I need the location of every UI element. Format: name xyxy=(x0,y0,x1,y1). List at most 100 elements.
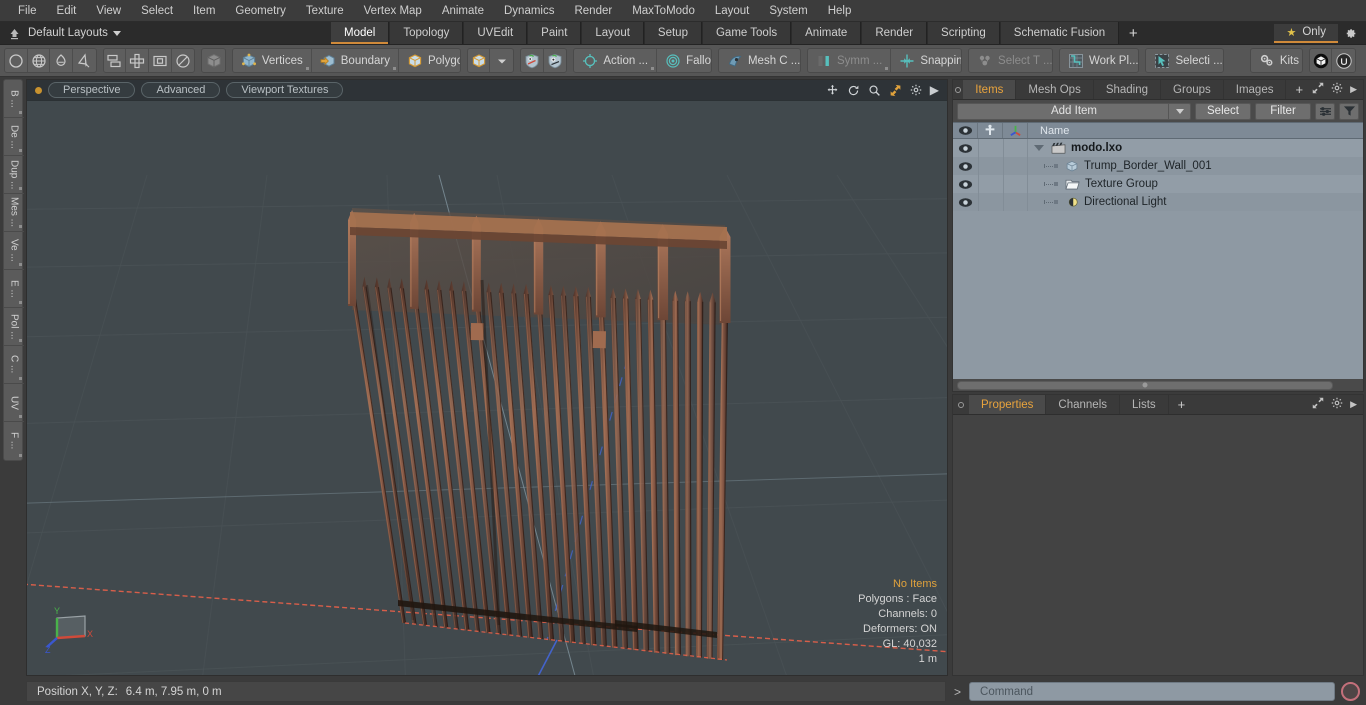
chevron-right-icon[interactable]: ▶ xyxy=(1350,399,1357,410)
filter-button[interactable]: Filter xyxy=(1255,102,1311,120)
gear-icon[interactable] xyxy=(910,84,922,96)
left-tab-e[interactable]: E ... xyxy=(4,270,24,308)
toolbar-button-stack-icon[interactable] xyxy=(104,49,127,72)
menu-item-help[interactable]: Help xyxy=(818,1,862,21)
menu-item-texture[interactable]: Texture xyxy=(296,1,354,21)
items-tree-row[interactable]: Trump_Border_Wall_001 xyxy=(953,157,1363,175)
properties-tab-properties[interactable]: Properties xyxy=(969,395,1047,414)
options-corner-marker[interactable] xyxy=(1302,67,1303,70)
options-corner-marker[interactable] xyxy=(19,225,22,228)
toolbar-button-teardrop-icon[interactable] xyxy=(50,49,74,72)
viewport-projection-button[interactable]: Perspective xyxy=(48,82,136,98)
axis-cell[interactable] xyxy=(1003,175,1028,193)
toolbar-button-work-pl[interactable]: Work Pl... xyxy=(1060,49,1138,72)
chevron-right-icon[interactable]: ▶ xyxy=(1350,84,1357,95)
layout-tab-render[interactable]: Render xyxy=(861,22,928,44)
record-icon[interactable] xyxy=(1341,682,1360,701)
toolbar-button-rotate-icon[interactable] xyxy=(172,49,195,72)
zoom-icon[interactable] xyxy=(868,84,881,97)
layout-tab-layout[interactable]: Layout xyxy=(581,22,644,44)
menu-item-system[interactable]: System xyxy=(759,1,817,21)
left-tab-f[interactable]: F ... xyxy=(4,422,24,460)
toolbar-button-cube-black-icon[interactable] xyxy=(1310,49,1333,72)
menu-item-file[interactable]: File xyxy=(8,1,47,21)
toolbar-button-selecti[interactable]: Selecti ... xyxy=(1146,49,1223,72)
left-tab-pol[interactable]: Pol ... xyxy=(4,308,24,346)
layout-tab-animate[interactable]: Animate xyxy=(791,22,862,44)
layout-tab-scripting[interactable]: Scripting xyxy=(927,22,1000,44)
toolbar-button-action[interactable]: Action ... xyxy=(574,49,658,72)
options-corner-marker[interactable] xyxy=(19,339,22,342)
gear-icon[interactable] xyxy=(1338,24,1362,43)
toolbar-button-circle-icon[interactable] xyxy=(5,49,28,72)
menu-item-maxtomodo[interactable]: MaxToModo xyxy=(622,1,705,21)
items-tab-mesh-ops[interactable]: Mesh Ops xyxy=(1016,80,1094,99)
add-item-button[interactable]: Add Item xyxy=(957,102,1191,120)
options-corner-marker[interactable] xyxy=(19,187,22,190)
toolbar-button-chevron-down-icon[interactable] xyxy=(490,49,513,72)
layout-tab-setup[interactable]: Setup xyxy=(643,22,702,44)
lock-plus-cell[interactable] xyxy=(978,139,1003,157)
layout-tab-paint[interactable]: Paint xyxy=(527,22,582,44)
eye-icon[interactable] xyxy=(953,197,978,208)
left-tab-de[interactable]: De ... xyxy=(4,118,24,156)
properties-tab-channels[interactable]: Channels xyxy=(1046,395,1121,414)
toolbar-button-move-icon[interactable] xyxy=(126,49,149,72)
left-tab-mes[interactable]: Mes ... xyxy=(4,194,24,232)
gear-icon[interactable] xyxy=(1331,397,1343,412)
options-corner-marker[interactable] xyxy=(19,301,22,304)
toolbar-button-snapping[interactable]: Snapping xyxy=(891,49,961,72)
items-tree-row[interactable]: modo.lxo xyxy=(953,139,1363,157)
options-corner-marker[interactable] xyxy=(19,111,22,114)
pan-icon[interactable] xyxy=(826,84,839,97)
lock-plus-cell[interactable] xyxy=(978,193,1003,211)
toolbar-button-shield-b-icon[interactable] xyxy=(544,49,567,72)
toolbar-button-globe-icon[interactable] xyxy=(28,49,51,72)
layout-tab-schematic-fusion[interactable]: Schematic Fusion xyxy=(999,22,1120,44)
expand-icon[interactable] xyxy=(1312,82,1324,97)
options-corner-marker[interactable] xyxy=(19,454,22,457)
toolbar-button-falloff[interactable]: Falloff xyxy=(657,49,711,72)
left-tab-b[interactable]: B ... xyxy=(4,80,24,118)
axis-cell[interactable] xyxy=(1003,139,1028,157)
menu-item-item[interactable]: Item xyxy=(183,1,225,21)
items-tree-row[interactable]: Texture Group xyxy=(953,175,1363,193)
toolbar-button-mesh-c[interactable]: Mesh C ... xyxy=(719,49,800,72)
items-tab-images[interactable]: Images xyxy=(1224,80,1287,99)
select-button[interactable]: Select xyxy=(1195,102,1251,120)
options-corner-marker[interactable] xyxy=(305,67,309,70)
menu-item-geometry[interactable]: Geometry xyxy=(225,1,296,21)
options-corner-marker[interactable] xyxy=(392,67,396,70)
toolbar-button-symm[interactable]: Symm ... xyxy=(808,49,892,72)
up-arrow-icon[interactable] xyxy=(6,25,22,41)
options-corner-marker[interactable] xyxy=(19,377,22,380)
toolbar-button-boundary[interactable]: Boundary xyxy=(312,49,399,72)
layout-tab-uvedit[interactable]: UVEdit xyxy=(463,22,528,44)
add-layout-tab-button[interactable]: + xyxy=(1119,22,1147,44)
menu-item-view[interactable]: View xyxy=(86,1,131,21)
toolbar-button-kits[interactable]: Kits xyxy=(1251,49,1303,72)
eye-icon[interactable] xyxy=(953,161,978,172)
layout-tab-model[interactable]: Model xyxy=(330,22,390,44)
expand-triangle-icon[interactable] xyxy=(1034,145,1044,151)
axis-cell[interactable] xyxy=(1003,157,1028,175)
items-tab-shading[interactable]: Shading xyxy=(1094,80,1162,99)
left-tab-c[interactable]: C ... xyxy=(4,346,24,384)
left-tab-ve[interactable]: Ve ... xyxy=(4,232,24,270)
menu-item-dynamics[interactable]: Dynamics xyxy=(494,1,564,21)
lock-plus-cell[interactable] xyxy=(978,175,1003,193)
axis-cell[interactable] xyxy=(1003,193,1028,211)
properties-tab-lists[interactable]: Lists xyxy=(1120,395,1169,414)
toolbar-button-cube-gray-icon[interactable] xyxy=(202,49,225,72)
only-toggle-button[interactable]: ★ Only xyxy=(1274,23,1338,43)
list-options-icon[interactable] xyxy=(1315,102,1335,120)
items-tree[interactable]: modo.lxo Trump_Border_Wall_001 Texture Gro… xyxy=(953,139,1363,379)
eye-icon[interactable] xyxy=(953,143,978,154)
options-corner-marker[interactable] xyxy=(885,67,889,70)
toolbar-button-shield-a-icon[interactable] xyxy=(521,49,544,72)
layout-tab-game-tools[interactable]: Game Tools xyxy=(701,22,792,44)
items-tab-items[interactable]: Items xyxy=(963,80,1017,99)
menu-item-layout[interactable]: Layout xyxy=(705,1,760,21)
rotate-icon[interactable] xyxy=(847,84,860,97)
viewport-textures-button[interactable]: Viewport Textures xyxy=(226,82,344,98)
